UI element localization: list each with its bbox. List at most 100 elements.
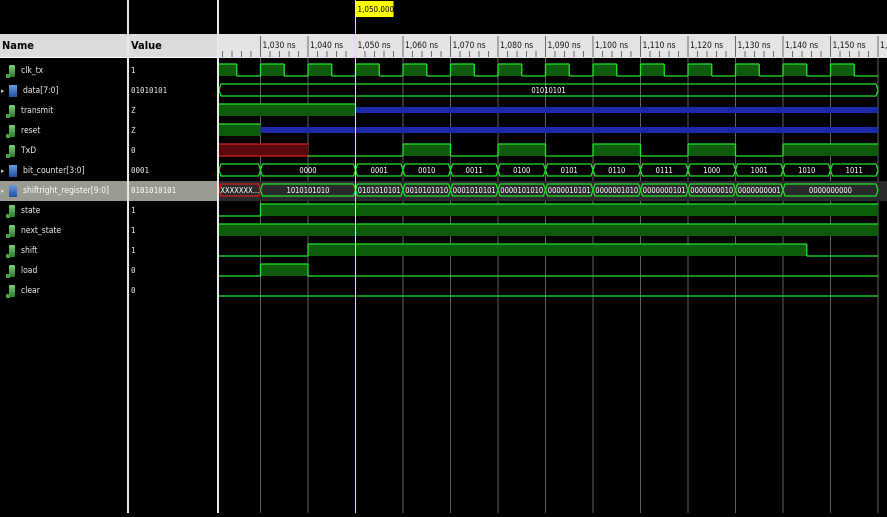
bus-value: 0000000101 <box>643 186 686 195</box>
wave-high-fill <box>735 64 760 76</box>
ruler-label: 1,090 ns <box>548 41 581 51</box>
wave-high-fill <box>219 104 356 116</box>
value-header[interactable]: Value <box>129 34 217 58</box>
wave-high-fill <box>219 224 878 236</box>
expand-arrow-icon[interactable]: ▸ <box>1 181 7 201</box>
signal-name: shift <box>21 246 38 256</box>
bus-value: 0111 <box>656 166 673 175</box>
bit-signal-icon <box>6 124 15 138</box>
signal-value[interactable]: 1 <box>129 221 217 241</box>
wave-high-fill <box>219 64 237 76</box>
signal-name: transmit <box>21 106 54 116</box>
wave-high-fill <box>688 144 736 156</box>
bit-signal-icon <box>6 64 15 78</box>
bus-value: 0101 <box>561 166 578 175</box>
bus-value: 0000000000 <box>809 186 852 195</box>
bus-value: 1000 <box>703 166 720 175</box>
name-column: Name clk_tx ▸ data[7:0] transmit reset TxD ▸ bi… <box>0 0 127 513</box>
signal-value[interactable]: 1 <box>129 241 217 261</box>
wave-high-fill <box>688 64 712 76</box>
bus-value: 1011 <box>846 166 863 175</box>
wave-high-fill <box>498 64 522 76</box>
signal-row-shift[interactable]: shift <box>0 241 127 261</box>
cursor-label: 1,050.000 ns <box>358 5 405 14</box>
signal-value[interactable]: 1 <box>129 61 217 81</box>
signal-row-bit-counter-3-0-[interactable]: ▸ bit_counter[3:0] <box>0 161 127 181</box>
bus-value: 0000 <box>299 166 316 175</box>
wave-high-fill <box>593 144 641 156</box>
wave-high-fill <box>545 64 570 76</box>
signal-row-txd[interactable]: TxD <box>0 141 127 161</box>
signal-row-reset[interactable]: reset <box>0 121 127 141</box>
ruler-label: 1,080 ns <box>500 41 533 51</box>
signal-name: load <box>21 266 38 276</box>
signal-row-state[interactable]: state <box>0 201 127 221</box>
wave-high-fill <box>403 64 427 76</box>
bit-signal-icon <box>6 244 15 258</box>
signal-name: shiftright_register[9:0] <box>23 186 110 196</box>
signal-value[interactable]: Z <box>129 101 217 121</box>
signal-row-shiftright-register-9-0-[interactable]: ▸ shiftright_register[9:0] <box>0 181 127 201</box>
signal-value[interactable]: 0101010101 <box>129 181 217 201</box>
bit-signal-icon <box>6 144 15 158</box>
wave-trace <box>219 263 878 277</box>
ruler-label: 1,140 ns <box>785 41 818 51</box>
bus-signal-icon <box>9 164 17 177</box>
bus-value: 0000001010 <box>595 186 638 195</box>
signal-row-transmit[interactable]: transmit <box>0 101 127 121</box>
bit-signal-icon <box>6 204 15 218</box>
ruler-label: 1,070 ns <box>453 41 486 51</box>
wave-high-fill <box>783 64 807 76</box>
signal-name: data[7:0] <box>23 86 59 96</box>
bus-value: 0101010101 <box>358 186 401 195</box>
bus-value: 1010 <box>798 166 815 175</box>
signal-value[interactable]: 0 <box>129 141 217 161</box>
signal-name: state <box>21 206 41 216</box>
wave-high-fill <box>450 64 475 76</box>
wave-high-fill <box>830 64 855 76</box>
signal-row-clear[interactable]: clear <box>0 281 127 301</box>
signal-name: reset <box>21 126 41 136</box>
signal-name: clk_tx <box>21 66 44 76</box>
wave-high-fill <box>593 64 617 76</box>
ruler-label: 1,060 ns <box>405 41 438 51</box>
bus-value: 0010101010 <box>405 186 448 195</box>
ruler-label: 1,130 ns <box>738 41 771 51</box>
bus-value: XXXXXXX... <box>220 186 259 195</box>
bus-value: 0000101010 <box>500 186 543 195</box>
wave-high-fill <box>783 144 878 156</box>
bus-segment <box>218 163 262 177</box>
signal-name: clear <box>21 286 40 296</box>
signal-value[interactable]: 0 <box>129 281 217 301</box>
wave-high-fill <box>308 64 332 76</box>
signal-name: bit_counter[3:0] <box>23 166 85 176</box>
bus-value: 1001 <box>751 166 768 175</box>
bit-signal-icon <box>6 264 15 278</box>
signal-value[interactable]: 1 <box>129 201 217 221</box>
bus-value: 0100 <box>513 166 530 175</box>
ruler-label: 1,110 ns <box>643 41 676 51</box>
signal-row-load[interactable]: load <box>0 261 127 281</box>
signal-name: TxD <box>21 146 37 156</box>
bus-value: 0001 <box>371 166 388 175</box>
bit-signal-icon <box>6 284 15 298</box>
name-header[interactable]: Name <box>0 34 127 58</box>
wave-high-fill <box>498 144 546 156</box>
signal-value[interactable]: Z <box>129 121 217 141</box>
bit-signal-icon <box>6 224 15 238</box>
wave-high-fill <box>260 64 285 76</box>
signal-row-data-7-0-[interactable]: ▸ data[7:0] <box>0 81 127 101</box>
wave-high-fill <box>355 64 380 76</box>
bus-value: 0110 <box>608 166 625 175</box>
signal-value[interactable]: 01010101 <box>129 81 217 101</box>
signal-value[interactable]: 0 <box>129 261 217 281</box>
signal-value[interactable]: 0001 <box>129 161 217 181</box>
expand-arrow-icon[interactable]: ▸ <box>1 81 7 101</box>
wave-high-fill <box>260 204 878 216</box>
signal-row-clk-tx[interactable]: clk_tx <box>0 61 127 81</box>
expand-arrow-icon[interactable]: ▸ <box>1 161 7 181</box>
signal-name: next_state <box>21 226 62 236</box>
waveform-panel[interactable]: 1,030 ns 1,040 ns 1,050 ns 1,060 ns 1,070 ns… <box>218 0 887 513</box>
waveform-canvas[interactable]: 1,030 ns 1,040 ns 1,050 ns 1,060 ns 1,070 ns… <box>218 0 887 513</box>
signal-row-next-state[interactable]: next_state <box>0 221 127 241</box>
